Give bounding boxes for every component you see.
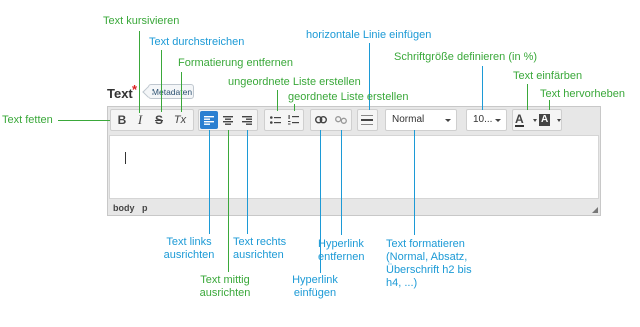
annotation-align-right-line2: ausrichten	[233, 249, 284, 261]
annotation-remove-format: Formatierung entfernen	[178, 57, 293, 69]
chevron-down-icon	[533, 119, 537, 122]
leader-line	[161, 50, 162, 112]
field-title: Text	[107, 86, 133, 101]
chevron-down-icon	[445, 119, 451, 122]
annotation-format-line4: h4, ...)	[386, 277, 418, 289]
leader-line	[139, 31, 140, 113]
leader-line	[527, 84, 528, 110]
annotation-strike: Text durchstreichen	[149, 36, 245, 48]
annotation-bullet-list: ungeordnete Liste erstellen	[228, 76, 361, 88]
leader-line	[277, 90, 278, 111]
align-right-icon	[242, 115, 252, 125]
annotation-insert-link-line2: einfügen	[293, 287, 337, 299]
annotation-format-line3: Überschrift h2 bis	[386, 264, 472, 276]
annotation-remove-link-line1: Hyperlink	[318, 238, 364, 250]
annotation-align-left-line1: Text links	[166, 236, 212, 248]
annotation-format-line1: Text formatieren	[386, 238, 465, 250]
align-center-button[interactable]	[219, 111, 237, 129]
numbered-list-button[interactable]	[284, 111, 302, 129]
annotation-align-center-line1: Text mittig	[200, 274, 250, 286]
horizontal-line-icon	[361, 115, 373, 125]
text-color-icon: A	[515, 111, 524, 127]
highlight-button[interactable]: A	[539, 111, 561, 129]
highlight-icon: A	[539, 114, 551, 126]
annotation-align-center-line2: ausrichten	[199, 287, 251, 299]
horizontal-rule-button[interactable]	[358, 111, 376, 129]
align-center-icon	[223, 115, 233, 125]
path-p[interactable]: p	[142, 203, 148, 213]
font-size-select-value: 10...	[473, 114, 493, 125]
leader-line	[482, 66, 483, 110]
unlink-icon	[335, 116, 347, 124]
annotation-remove-link-line2: entfernen	[318, 251, 365, 263]
leader-line	[341, 130, 342, 235]
text-cursor	[125, 152, 126, 164]
annotation-align-left-line2: ausrichten	[163, 249, 215, 261]
bullet-list-button[interactable]	[266, 111, 284, 129]
annotation-font-size: Schriftgröße definieren (in %)	[394, 51, 538, 63]
leader-line	[181, 72, 182, 112]
insert-link-button[interactable]	[312, 111, 330, 129]
leader-line	[549, 100, 550, 110]
annotation-format-select: Text formatieren (Normal, Absatz, Übersc…	[386, 238, 472, 290]
metadata-button[interactable]: Metadaten	[148, 84, 194, 99]
align-left-button[interactable]	[200, 111, 218, 129]
annotation-numbered-list: geordnete Liste erstellen	[288, 91, 409, 103]
annotation-bold: Text fetten	[2, 114, 53, 126]
format-select-value: Normal	[392, 114, 425, 125]
annotation-horizontal-rule: horizontale Linie einfügen	[306, 29, 432, 41]
element-path: body p	[113, 203, 148, 213]
text-color-button[interactable]: A	[515, 111, 537, 129]
remove-format-button[interactable]: Tx	[171, 111, 189, 129]
annotation-align-right-line1: Text rechts	[233, 236, 287, 248]
annotation-format-line2: (Normal, Absatz,	[386, 251, 468, 263]
annotation-insert-link-line1: Hyperlink	[292, 274, 338, 286]
format-select[interactable]: Normal	[385, 109, 457, 131]
resize-handle-icon[interactable]	[592, 207, 598, 213]
annotation-align-left: Text links ausrichten	[158, 236, 220, 262]
editor-content-area[interactable]	[109, 135, 599, 199]
font-size-select[interactable]: 10...	[466, 109, 507, 131]
annotation-text-color: Text einfärben	[513, 70, 583, 82]
leader-line	[294, 104, 295, 111]
strikethrough-button[interactable]: S	[150, 111, 168, 129]
chevron-down-icon	[495, 119, 501, 122]
bold-button[interactable]: B	[113, 111, 131, 129]
annotation-highlight: Text hervorheben	[540, 88, 625, 100]
leader-line	[247, 130, 248, 234]
leader-line	[228, 130, 229, 272]
leader-line	[209, 130, 210, 234]
annotation-italic: Text kursivieren	[103, 15, 180, 27]
bullet-list-icon	[269, 115, 281, 124]
align-right-button[interactable]	[238, 111, 256, 129]
annotation-insert-link: Hyperlink einfügen	[282, 274, 348, 300]
annotation-remove-link: Hyperlink entfernen	[318, 238, 364, 264]
link-icon	[315, 116, 327, 124]
align-left-icon	[204, 115, 214, 125]
numbered-list-icon	[287, 115, 299, 125]
path-body[interactable]: body	[113, 203, 135, 213]
leader-line	[58, 120, 110, 121]
annotation-align-right: Text rechts ausrichten	[233, 236, 286, 262]
required-marker: *	[132, 82, 138, 97]
remove-link-button[interactable]	[332, 111, 350, 129]
annotation-align-center: Text mittig ausrichten	[190, 274, 260, 300]
italic-button[interactable]: I	[131, 111, 149, 129]
chevron-down-icon	[557, 119, 561, 122]
leader-line	[414, 130, 415, 235]
